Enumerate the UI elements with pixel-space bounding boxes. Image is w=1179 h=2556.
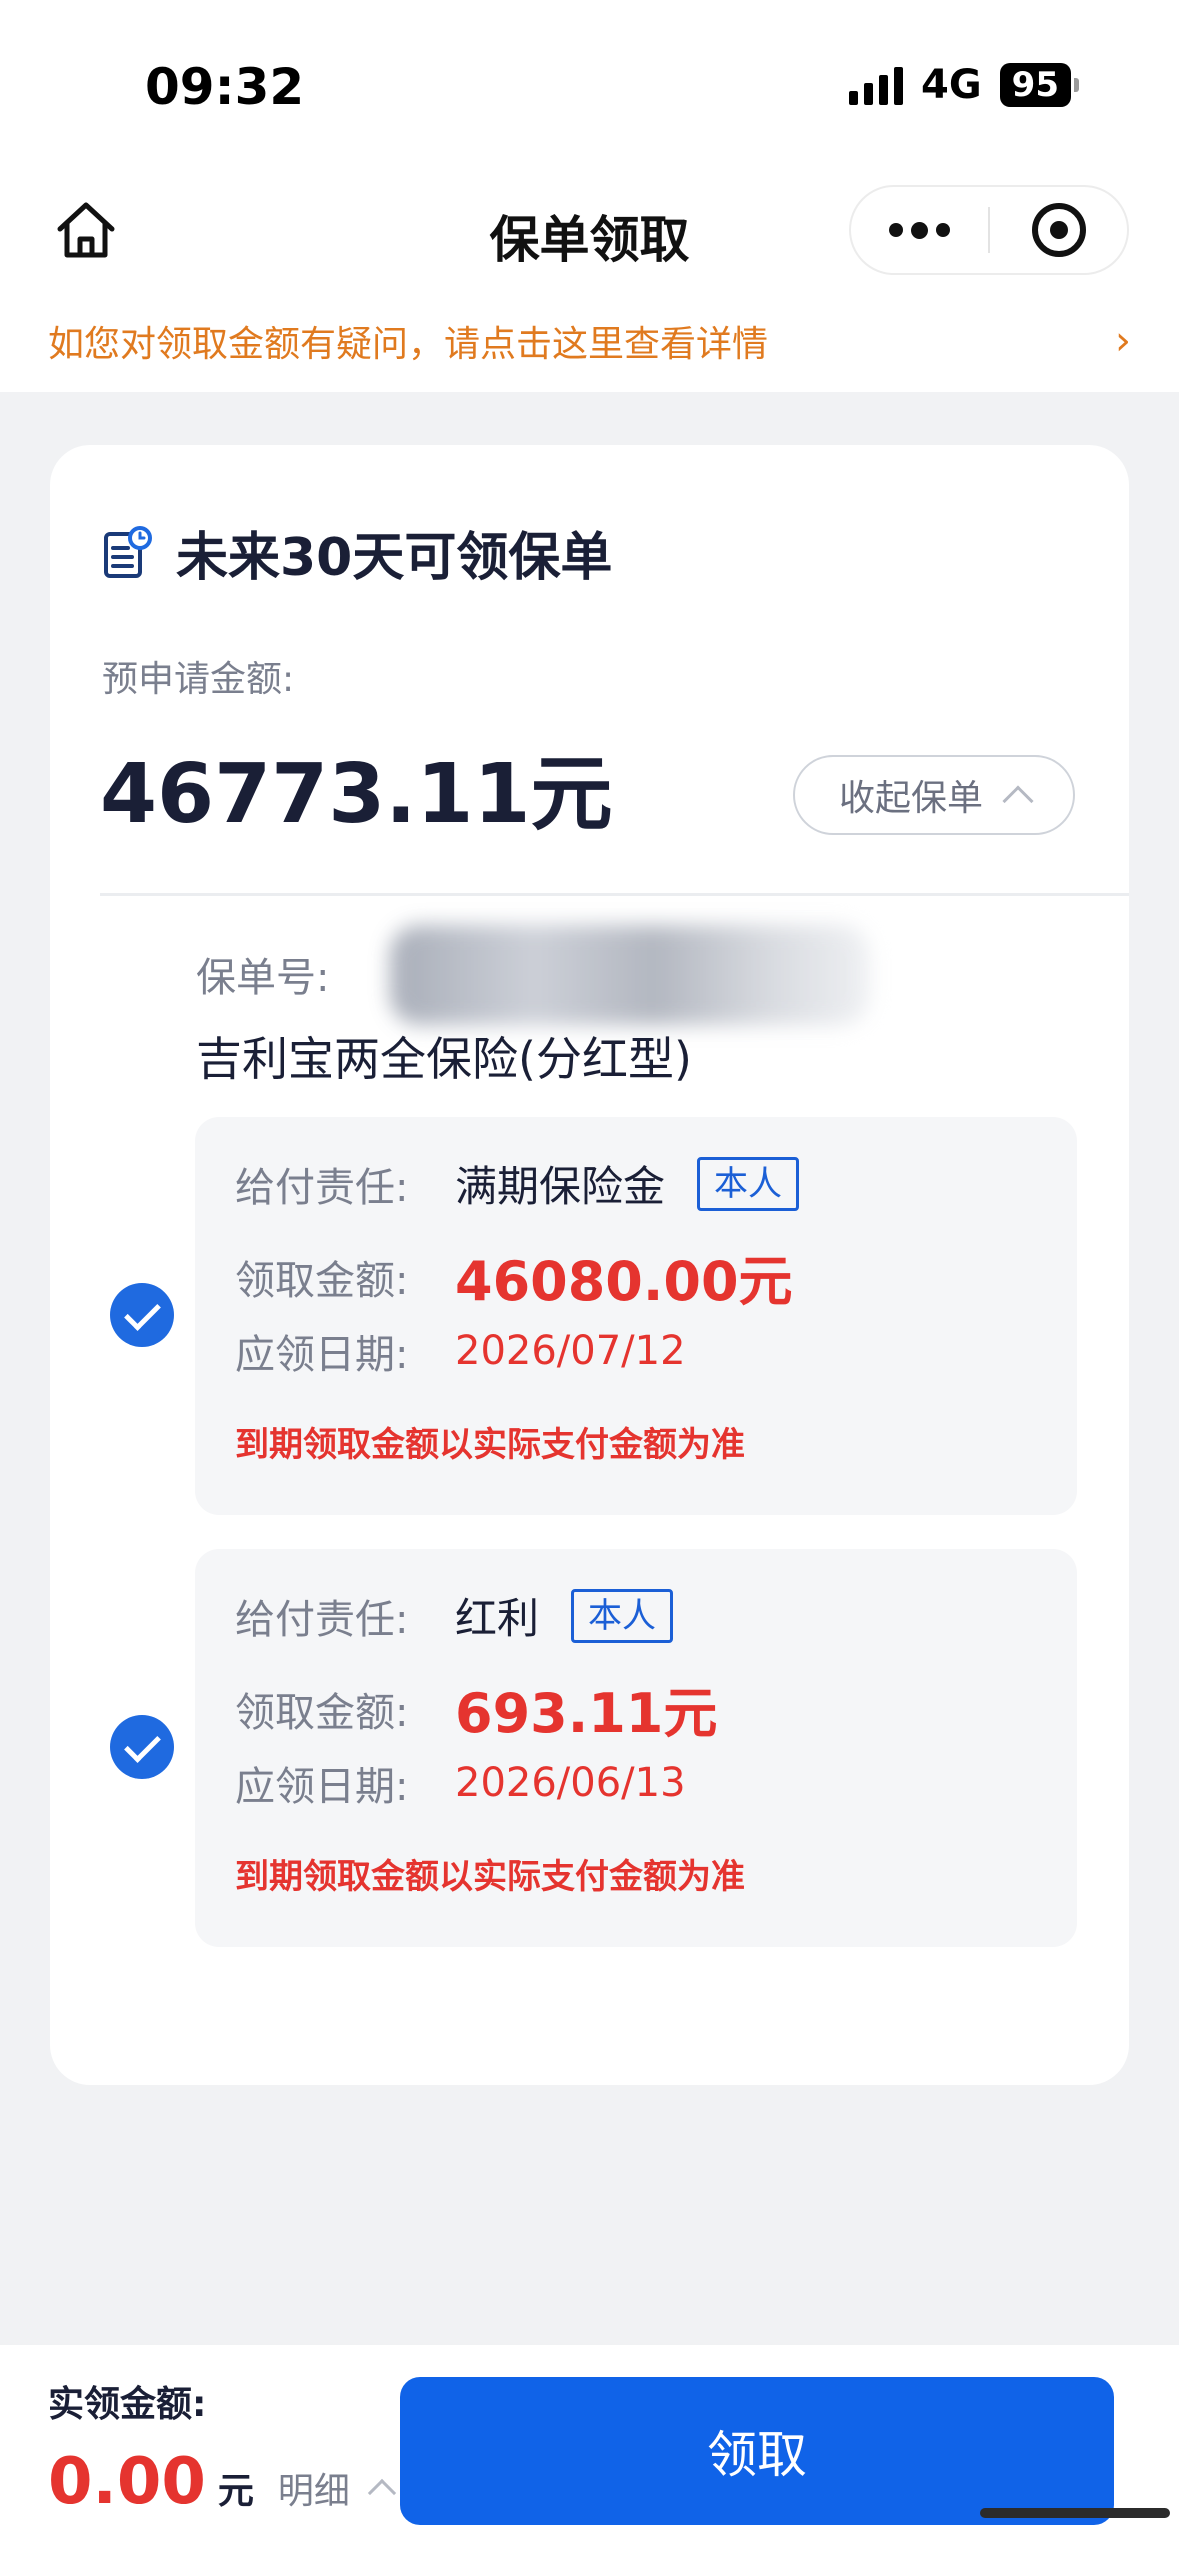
date-label: 应领日期: [235, 1764, 409, 1810]
duty-label: 给付责任: [235, 1164, 409, 1211]
date-value: 2026/07/12 [455, 1328, 686, 1374]
benefit-note: 到期领取金额以实际支付金额为准 [235, 1857, 745, 1897]
pre-amount: 46773.11元 [100, 747, 613, 842]
close-mini-program-button[interactable] [990, 187, 1127, 273]
nav-bar: 保单领取 [0, 170, 1179, 290]
amount-label: 领取金额: [235, 1257, 409, 1304]
actual-amount: 0.00 [48, 2445, 206, 2519]
amount-value: 693.11元 [455, 1682, 718, 1745]
bottom-action-bar: 实领金额: 0.00 元 明细 领取 [0, 2345, 1179, 2556]
policy-number-label: 保单号: [196, 955, 330, 1001]
detail-label: 明细 [277, 2471, 350, 2512]
policy-number-redacted [390, 925, 870, 1025]
claim-label: 领取 [707, 2426, 807, 2484]
battery-icon: 95 [999, 63, 1079, 107]
card-header: 未来30天可领保单 [102, 515, 612, 590]
chevron-right-icon: › [1115, 318, 1131, 364]
chevron-up-icon [1002, 785, 1034, 817]
date-label: 应领日期: [235, 1332, 409, 1378]
home-indicator [980, 2508, 1170, 2518]
duty-value: 满期保险金 [455, 1162, 666, 1211]
benefit-item: 给付责任: 满期保险金 本人 领取金额: 46080.00元 应领日期: 202… [195, 1117, 1077, 1515]
status-indicators: 4G 95 [849, 62, 1079, 108]
collapse-label: 收起保单 [838, 778, 983, 819]
benefit-checkbox[interactable] [110, 1283, 174, 1347]
date-value: 2026/06/13 [455, 1760, 686, 1806]
collapse-policy-button[interactable]: 收起保单 [793, 755, 1075, 835]
battery-level: 95 [999, 63, 1071, 107]
benefit-item: 给付责任: 红利 本人 领取金额: 693.11元 应领日期: 2026/06/… [195, 1549, 1077, 1947]
beneficiary-tag: 本人 [697, 1156, 800, 1211]
notice-text: 如您对领取金额有疑问，请点击这里查看详情 [48, 324, 769, 365]
actual-amount-row: 0.00 元 明细 [48, 2445, 397, 2519]
actual-amount-unit: 元 [217, 2471, 254, 2512]
status-time: 09:32 [145, 58, 305, 116]
signal-icon [849, 65, 903, 105]
pre-amount-label: 预申请金额: [102, 659, 295, 700]
more-button[interactable] [851, 187, 988, 273]
detail-toggle[interactable]: 明细 [277, 2462, 397, 2514]
document-clock-icon [104, 525, 152, 578]
actual-amount-label: 实领金额: [48, 2384, 207, 2425]
chevron-up-icon [367, 2478, 397, 2508]
status-bar: 09:32 4G 95 [0, 0, 1179, 170]
home-button[interactable] [48, 192, 124, 268]
target-icon [1031, 203, 1086, 257]
beneficiary-tag: 本人 [571, 1588, 674, 1643]
amount-value: 46080.00元 [455, 1250, 793, 1313]
policy-card: 未来30天可领保单 预申请金额: 46773.11元 收起保单 保单号: 吉利宝… [50, 445, 1129, 2085]
more-dots-icon [889, 223, 903, 237]
duty-label: 给付责任: [235, 1596, 409, 1643]
notice-bar[interactable]: 如您对领取金额有疑问，请点击这里查看详情 › [0, 290, 1179, 392]
product-name: 吉利宝两全保险(分红型) [196, 1032, 692, 1086]
mini-program-capsule [849, 185, 1129, 275]
amount-label: 领取金额: [235, 1689, 409, 1736]
benefit-note: 到期领取金额以实际支付金额为准 [235, 1425, 745, 1465]
divider [100, 893, 1129, 896]
network-type: 4G [921, 62, 982, 108]
benefit-checkbox[interactable] [110, 1715, 174, 1779]
home-icon [57, 202, 115, 258]
claim-button[interactable]: 领取 [400, 2377, 1114, 2525]
duty-value: 红利 [455, 1594, 540, 1643]
card-title: 未来30天可领保单 [176, 528, 613, 588]
